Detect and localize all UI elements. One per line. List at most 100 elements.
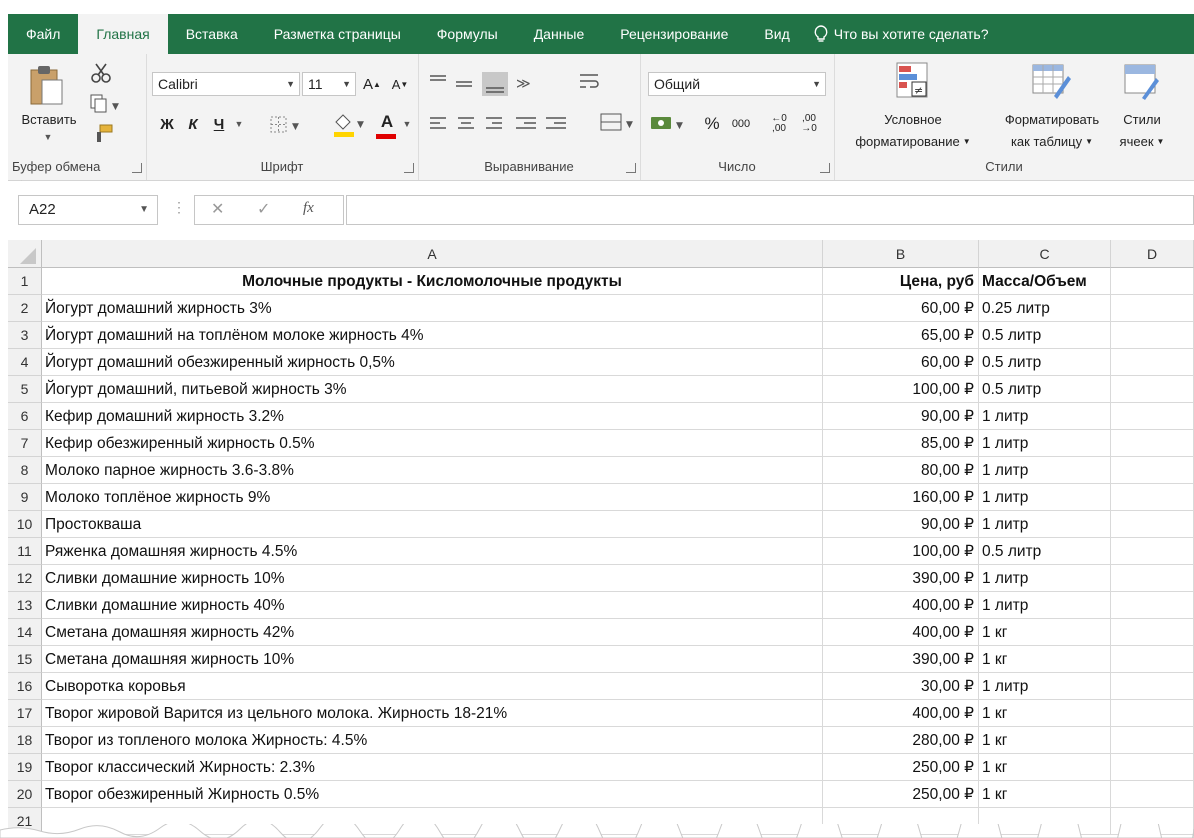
tab-5[interactable]: Данные xyxy=(516,14,603,54)
row-header[interactable]: 3 xyxy=(8,322,42,349)
cell-b[interactable]: 250,00 ₽ xyxy=(823,754,979,781)
cell-d[interactable] xyxy=(1111,619,1194,646)
row-header[interactable]: 5 xyxy=(8,376,42,403)
cell-d[interactable] xyxy=(1111,376,1194,403)
cell-a[interactable]: Сливки домашние жирность 10% xyxy=(42,565,823,592)
cell-c[interactable]: 1 литр xyxy=(979,673,1111,700)
cell-d[interactable] xyxy=(1111,430,1194,457)
cell-d[interactable] xyxy=(1111,754,1194,781)
cell-b[interactable]: 60,00 ₽ xyxy=(823,349,979,376)
cell-a[interactable]: Молоко парное жирность 3.6-3.8% xyxy=(42,457,823,484)
cell-c[interactable]: 1 кг xyxy=(979,727,1111,754)
cell-d[interactable] xyxy=(1111,457,1194,484)
row-header[interactable]: 2 xyxy=(8,295,42,322)
cell-styles-icon[interactable] xyxy=(1124,64,1160,105)
cell-b[interactable]: 100,00 ₽ xyxy=(823,376,979,403)
cell-a[interactable]: Творог из топленого молока Жирность: 4.5… xyxy=(42,727,823,754)
cell-b[interactable]: 80,00 ₽ xyxy=(823,457,979,484)
font-size-select[interactable]: 11 ▼ xyxy=(302,72,356,96)
enter-icon[interactable]: ✓ xyxy=(257,199,270,219)
tab-6[interactable]: Рецензирование xyxy=(602,14,746,54)
increase-decimal-button[interactable]: ←0,00 xyxy=(766,110,792,138)
paste-icon[interactable] xyxy=(28,64,64,113)
cell-b[interactable]: 250,00 ₽ xyxy=(823,781,979,808)
tab-1[interactable]: Главная xyxy=(78,14,168,54)
cell-c[interactable]: 1 литр xyxy=(979,511,1111,538)
cell-c[interactable]: 1 литр xyxy=(979,592,1111,619)
cell-c[interactable]: 1 литр xyxy=(979,403,1111,430)
shrink-font-button[interactable]: A ▼ xyxy=(388,72,412,96)
font-name-select[interactable]: Calibri ▼ xyxy=(152,72,300,96)
number-launcher-icon[interactable] xyxy=(820,163,830,173)
borders-icon[interactable]: ▼ xyxy=(270,116,304,139)
row-header[interactable]: 1 xyxy=(8,268,42,295)
cell-c[interactable]: 1 литр xyxy=(979,565,1111,592)
font-color-dropdown-icon[interactable]: ▼ xyxy=(400,112,414,136)
cell-d[interactable] xyxy=(1111,295,1194,322)
wrap-text-icon[interactable] xyxy=(578,70,602,99)
merge-icon[interactable]: ▼ xyxy=(600,112,636,139)
cell-c[interactable]: 1 кг xyxy=(979,754,1111,781)
paste-button[interactable]: Вставить xyxy=(14,110,84,128)
cell-b[interactable]: 100,00 ₽ xyxy=(823,538,979,565)
row-header[interactable]: 11 xyxy=(8,538,42,565)
cell-c[interactable]: 1 литр xyxy=(979,484,1111,511)
cell-c[interactable]: 0.5 литр xyxy=(979,349,1111,376)
row-header[interactable]: 20 xyxy=(8,781,42,808)
column-header-b[interactable]: B xyxy=(823,240,979,268)
select-all-corner[interactable] xyxy=(8,240,42,268)
cell-b[interactable]: 30,00 ₽ xyxy=(823,673,979,700)
cell-a[interactable]: Творог обезжиренный Жирность 0.5% xyxy=(42,781,823,808)
cell-c[interactable]: 0.25 литр xyxy=(979,295,1111,322)
tab-0[interactable]: Файл xyxy=(8,14,78,54)
cell-d[interactable] xyxy=(1111,511,1194,538)
paste-dropdown-icon[interactable]: ▼ xyxy=(38,130,58,144)
cell-a[interactable]: Творог классический Жирность: 2.3% xyxy=(42,754,823,781)
cell-c[interactable]: 0.5 литр xyxy=(979,376,1111,403)
row-header[interactable]: 13 xyxy=(8,592,42,619)
row-header[interactable]: 8 xyxy=(8,457,42,484)
header-cell-c[interactable]: Масса/Объем xyxy=(979,268,1111,295)
conditional-formatting-button[interactable]: форматирование ▼ xyxy=(838,132,988,150)
cell-b[interactable]: 280,00 ₽ xyxy=(823,727,979,754)
format-painter-icon[interactable] xyxy=(92,124,114,149)
cell-a[interactable]: Молоко топлёное жирность 9% xyxy=(42,484,823,511)
tab-7[interactable]: Вид xyxy=(746,14,807,54)
row-header[interactable]: 4 xyxy=(8,349,42,376)
cell-d[interactable] xyxy=(1111,700,1194,727)
alignment-launcher-icon[interactable] xyxy=(626,163,636,173)
cell-d[interactable] xyxy=(1111,349,1194,376)
underline-button[interactable]: Ч xyxy=(208,112,230,136)
tab-2[interactable]: Вставка xyxy=(168,14,256,54)
cell-c[interactable]: 0.5 литр xyxy=(979,538,1111,565)
cell-a[interactable]: Сыворотка коровья xyxy=(42,673,823,700)
align-horizontal-icon[interactable] xyxy=(428,114,578,139)
cell-d[interactable] xyxy=(1111,646,1194,673)
cell-a[interactable]: Простокваша xyxy=(42,511,823,538)
cell-a[interactable]: Кефир обезжиренный жирность 0.5% xyxy=(42,430,823,457)
format-as-table-line1[interactable]: Форматировать xyxy=(990,110,1114,128)
italic-button[interactable]: К xyxy=(182,112,204,136)
cancel-icon[interactable]: ✕ xyxy=(211,199,224,219)
cell-styles-button[interactable]: ячеек ▼ xyxy=(1112,132,1172,150)
row-header[interactable]: 9 xyxy=(8,484,42,511)
cell-b[interactable]: 390,00 ₽ xyxy=(823,565,979,592)
cell-d[interactable] xyxy=(1111,673,1194,700)
conditional-formatting-line1[interactable]: Условное xyxy=(838,110,988,128)
cell-b[interactable]: 400,00 ₽ xyxy=(823,592,979,619)
insert-function-icon[interactable]: fx xyxy=(303,200,314,217)
cell-b[interactable]: 390,00 ₽ xyxy=(823,646,979,673)
cell-styles-line1[interactable]: Стили xyxy=(1112,110,1172,128)
thousands-button[interactable]: 000 xyxy=(726,112,756,136)
cell-c[interactable]: 1 кг xyxy=(979,781,1111,808)
row-header[interactable]: 12 xyxy=(8,565,42,592)
tab-3[interactable]: Разметка страницы xyxy=(256,14,419,54)
cell-c[interactable]: 1 литр xyxy=(979,430,1111,457)
cell-d[interactable] xyxy=(1111,565,1194,592)
cell-b[interactable]: 90,00 ₽ xyxy=(823,511,979,538)
row-header[interactable]: 6 xyxy=(8,403,42,430)
cell-c[interactable]: 1 кг xyxy=(979,700,1111,727)
row-header[interactable]: 15 xyxy=(8,646,42,673)
cell-d[interactable] xyxy=(1111,322,1194,349)
cell-a[interactable]: Сметана домашняя жирность 10% xyxy=(42,646,823,673)
